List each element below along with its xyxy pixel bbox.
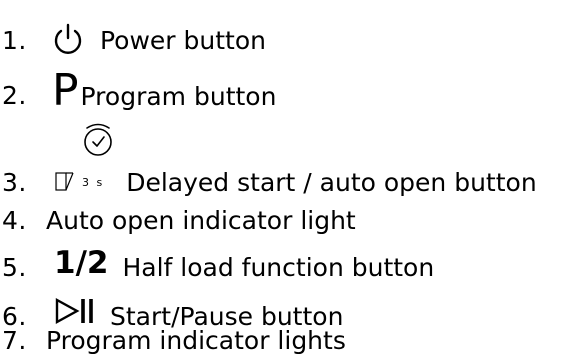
timer-icon: [81, 122, 115, 158]
control-panel-legend: 1. Power button 2. P Program button 3. 3…: [0, 0, 570, 360]
legend-item-auto-open-indicator: 4. Auto open indicator light: [0, 200, 356, 240]
legend-item-power: 1. Power button: [0, 20, 266, 60]
delay-auto-open-icon: [54, 170, 76, 194]
power-icon: [50, 23, 86, 57]
item-number: 1.: [2, 25, 27, 55]
item-label: Half load function button: [122, 252, 435, 282]
delay-seconds-label: 3 s: [82, 175, 105, 189]
legend-item-program: 2. P Program button: [0, 68, 276, 114]
item-number: 4.: [2, 205, 27, 235]
item-number: 5.: [2, 252, 27, 282]
item-label: Delayed start / auto open button: [126, 167, 537, 197]
half-load-icon: 1/2: [54, 245, 109, 281]
item-label: Program indicator lights: [46, 325, 346, 355]
item-label: Program button: [80, 81, 277, 111]
item-label: Auto open indicator light: [46, 205, 356, 235]
legend-item-half-load: 5. 1/2 Half load function button: [0, 240, 434, 286]
legend-item-delayed-start: 3. 3 s Delayed start / auto open button: [0, 162, 537, 202]
item-number: 7.: [2, 325, 27, 355]
item-number: 2.: [2, 80, 27, 110]
legend-item-program-indicators: 7. Program indicator lights: [0, 320, 346, 360]
program-p-icon: P: [52, 65, 79, 116]
item-number: 3.: [2, 167, 27, 197]
item-label: Power button: [100, 25, 266, 55]
